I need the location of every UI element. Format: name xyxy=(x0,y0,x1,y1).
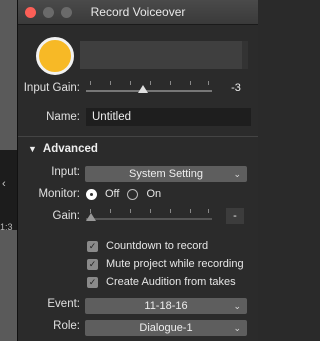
monitor-gain-value[interactable]: - xyxy=(226,208,244,224)
event-select[interactable]: 11-18-16 ⌄ xyxy=(85,298,247,314)
zoom-button[interactable] xyxy=(61,6,72,18)
disclosure-triangle-icon[interactable]: ▼ xyxy=(28,144,37,154)
monitor-gain-thumb[interactable] xyxy=(86,213,96,221)
input-gain-value[interactable]: -3 xyxy=(222,80,250,96)
mute-project-checkbox[interactable]: ✓ xyxy=(87,258,98,270)
input-gain-track xyxy=(86,90,212,92)
background-timecode: 1:3 xyxy=(0,222,13,232)
input-gain-thumb[interactable] xyxy=(138,85,149,93)
monitor-gain-slider[interactable] xyxy=(86,209,212,223)
input-gain-row: Input Gain: -3 xyxy=(18,80,258,96)
level-meter-right xyxy=(242,41,248,69)
name-field[interactable] xyxy=(86,108,251,126)
audio-level-meter xyxy=(80,41,248,69)
chevron-down-icon: ⌄ xyxy=(233,169,241,179)
monitor-off-label: Off xyxy=(105,188,120,200)
countdown-label: Countdown to record xyxy=(106,240,209,252)
title-bar: Record Voiceover xyxy=(18,0,258,25)
advanced-disclosure[interactable]: ▼ Advanced xyxy=(28,143,98,155)
create-audition-checkbox[interactable]: ✓ xyxy=(87,276,98,288)
record-button[interactable] xyxy=(36,37,74,75)
create-audition-checkbox-row[interactable]: ✓ Create Audition from takes xyxy=(87,273,244,291)
mute-project-checkbox-row[interactable]: ✓ Mute project while recording xyxy=(87,255,244,273)
input-select-value: System Setting xyxy=(129,168,203,180)
role-select-value: Dialogue-1 xyxy=(139,322,193,334)
name-row: Name: xyxy=(18,108,258,126)
role-label: Role: xyxy=(53,320,80,332)
gain-label: Gain: xyxy=(52,210,81,222)
countdown-checkbox-row[interactable]: ✓ Countdown to record xyxy=(87,237,244,255)
chevron-down-icon: ⌄ xyxy=(233,323,241,333)
section-divider xyxy=(18,136,258,137)
chevron-down-icon: ⌄ xyxy=(233,301,241,311)
event-label: Event: xyxy=(47,298,80,310)
options-list: ✓ Countdown to record ✓ Mute project whi… xyxy=(87,237,244,291)
minimize-button[interactable] xyxy=(43,6,54,18)
event-select-value: 11-18-16 xyxy=(144,300,188,312)
name-label: Name: xyxy=(46,111,80,123)
monitor-off-radio[interactable] xyxy=(86,188,97,200)
monitor-row: Monitor: Off On xyxy=(18,188,258,200)
gain-row: Gain: - xyxy=(18,208,258,224)
mute-project-label: Mute project while recording xyxy=(106,258,244,270)
create-audition-label: Create Audition from takes xyxy=(106,276,236,288)
input-select[interactable]: System Setting ⌄ xyxy=(85,166,247,182)
close-button[interactable] xyxy=(25,6,36,18)
background-caret: ‹ xyxy=(2,178,6,190)
advanced-header: Advanced xyxy=(42,143,98,155)
countdown-checkbox[interactable]: ✓ xyxy=(87,240,98,252)
monitor-label: Monitor: xyxy=(38,188,80,200)
monitor-on-radio[interactable] xyxy=(127,188,139,200)
input-gain-label: Input Gain: xyxy=(23,82,80,94)
record-voiceover-window: Record Voiceover Input Gain: -3 Name: ▼ … xyxy=(17,0,258,341)
window-title: Record Voiceover xyxy=(90,5,186,19)
monitor-on-label: On xyxy=(146,188,162,200)
monitor-radio-group: Off On xyxy=(86,188,161,200)
monitor-gain-track xyxy=(86,218,212,220)
role-select[interactable]: Dialogue-1 ⌄ xyxy=(85,320,247,336)
input-gain-slider[interactable] xyxy=(86,81,212,95)
input-label: Input: xyxy=(51,166,80,178)
